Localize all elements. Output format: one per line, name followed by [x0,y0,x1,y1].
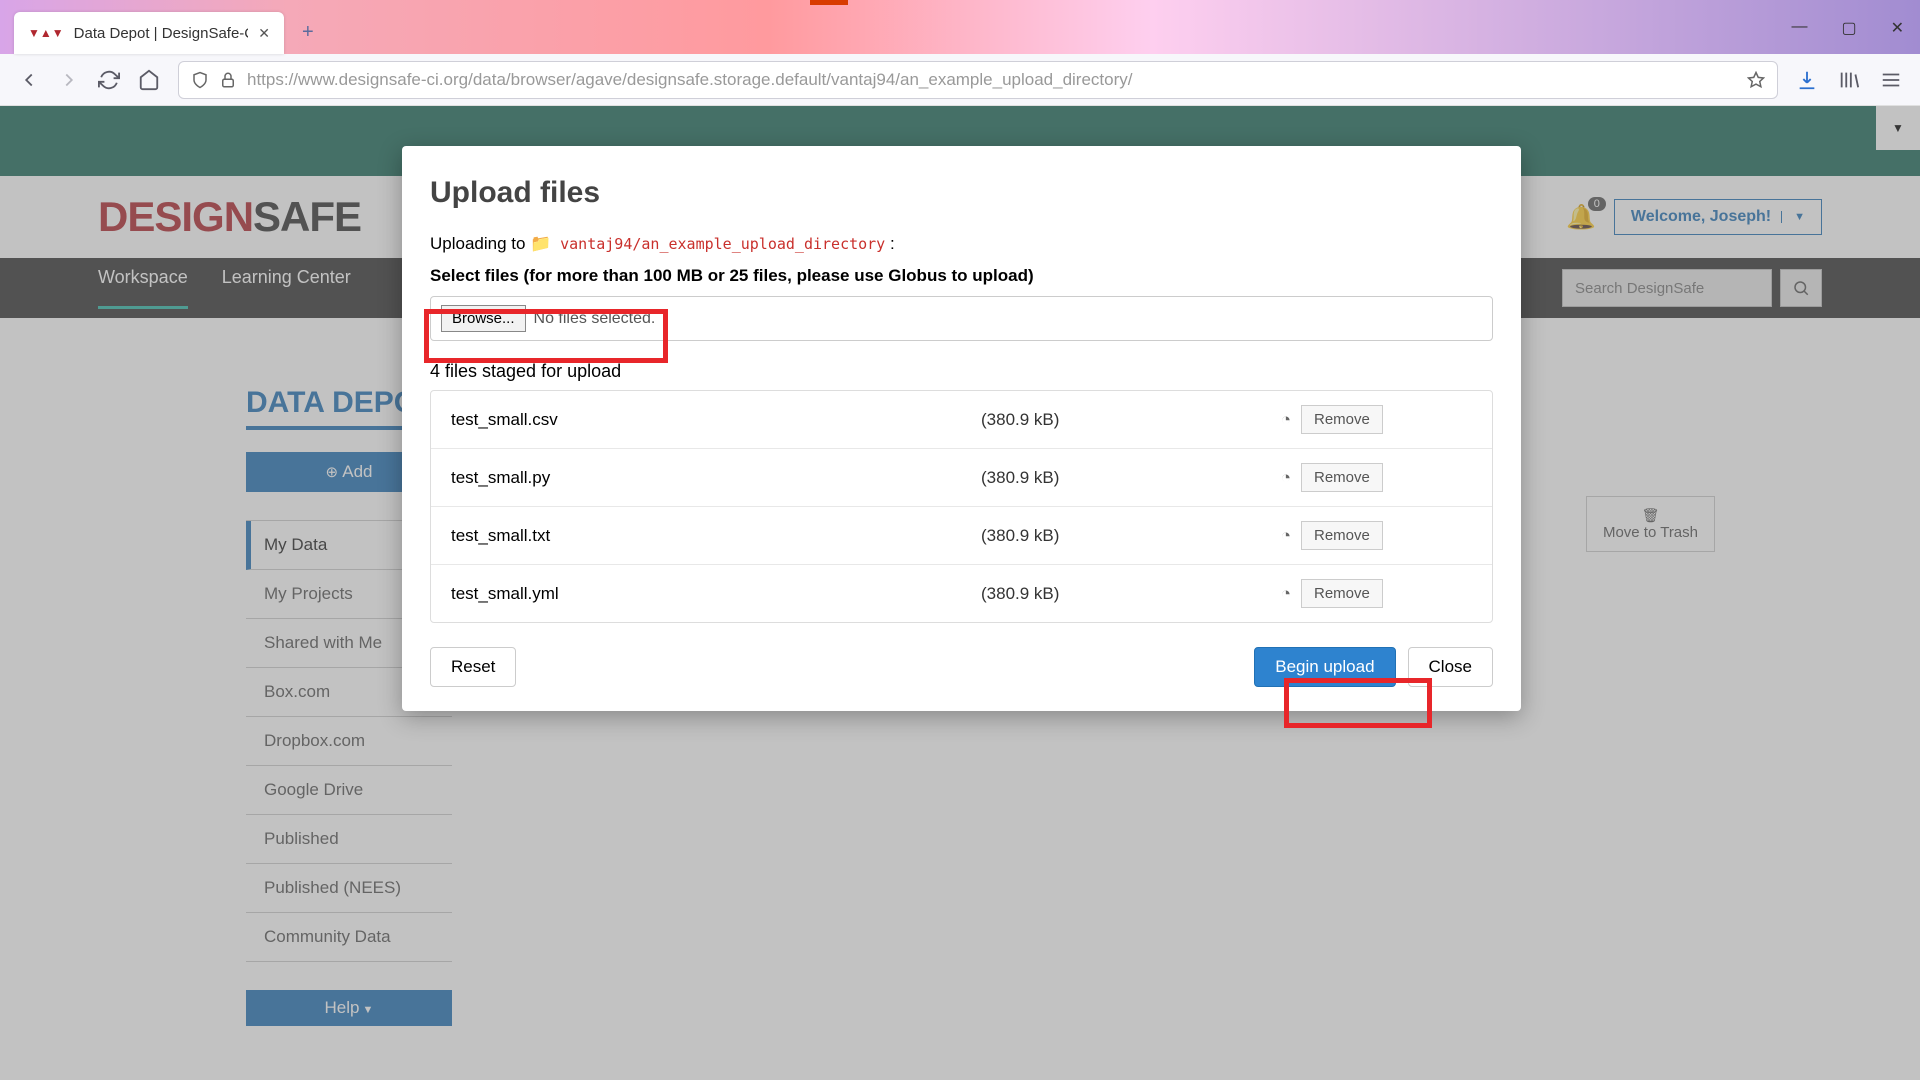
browser-toolbar: https://www.designsafe-ci.org/data/brows… [0,54,1920,106]
lock-icon [219,71,237,89]
browser-top-bar: ▼▲▼ Data Depot | DesignSafe-CI ✕ + — ▢ ✕ [0,0,1920,54]
download-icon[interactable] [1796,69,1818,91]
modal-title: Upload files [430,176,1493,210]
file-name: test_small.csv [451,410,981,430]
nav-back-icon[interactable] [18,69,40,91]
file-name: test_small.txt [451,526,981,546]
url-bar[interactable]: https://www.designsafe-ci.org/data/brows… [178,61,1778,99]
staged-file-row: test_small.py (380.9 kB) ◔ Remove [431,449,1492,507]
menu-icon[interactable] [1880,69,1902,91]
file-input-status: No files selected. [534,310,656,328]
staged-file-row: test_small.csv (380.9 kB) ◔ Remove [431,391,1492,449]
close-tab-icon[interactable]: ✕ [258,25,270,42]
favicon: ▼▲▼ [28,26,64,40]
toolbar-right [1796,69,1902,91]
browse-button[interactable]: Browse... [441,305,526,332]
begin-upload-button[interactable]: Begin upload [1254,647,1395,687]
nav-forward-icon [58,69,80,91]
folder-icon: 📁 [530,234,551,253]
pending-icon: ◔ [1241,410,1301,430]
staged-file-row: test_small.yml (380.9 kB) ◔ Remove [431,565,1492,622]
upload-destination: Uploading to 📁 vantaj94/an_example_uploa… [430,234,1493,254]
staged-file-row: test_small.txt (380.9 kB) ◔ Remove [431,507,1492,565]
file-size: (380.9 kB) [981,526,1241,546]
pending-icon: ◔ [1241,584,1301,604]
file-input-wrapper: Browse... No files selected. [430,296,1493,341]
remove-file-button[interactable]: Remove [1301,579,1383,608]
staged-files-panel: test_small.csv (380.9 kB) ◔ Remove test_… [430,390,1493,623]
pending-icon: ◔ [1241,526,1301,546]
remove-file-button[interactable]: Remove [1301,521,1383,550]
file-name: test_small.yml [451,584,981,604]
close-window-button[interactable]: ✕ [1891,18,1904,38]
remove-file-button[interactable]: Remove [1301,405,1383,434]
modal-footer: Reset Begin upload Close [430,647,1493,687]
reload-icon[interactable] [98,69,120,91]
file-size: (380.9 kB) [981,584,1241,604]
reset-button[interactable]: Reset [430,647,516,687]
library-icon[interactable] [1838,69,1860,91]
remove-file-button[interactable]: Remove [1301,463,1383,492]
file-size: (380.9 kB) [981,468,1241,488]
file-name: test_small.py [451,468,981,488]
maximize-button[interactable]: ▢ [1841,18,1856,38]
pending-icon: ◔ [1241,468,1301,488]
shield-icon [191,71,209,89]
minimize-button[interactable]: — [1791,18,1807,38]
tab-indicator [810,0,848,5]
new-tab-button[interactable]: + [302,21,314,44]
select-files-label: Select files (for more than 100 MB or 25… [430,266,1493,286]
home-icon[interactable] [138,69,160,91]
window-controls: — ▢ ✕ [1791,18,1904,38]
url-text: https://www.designsafe-ci.org/data/brows… [247,70,1133,90]
staged-count-label: 4 files staged for upload [430,361,1493,382]
bookmark-star-icon[interactable] [1747,71,1765,89]
close-modal-button[interactable]: Close [1408,647,1493,687]
upload-modal: Upload files Uploading to 📁 vantaj94/an_… [402,146,1521,711]
file-size: (380.9 kB) [981,410,1241,430]
tab-title: Data Depot | DesignSafe-CI [74,25,249,42]
dest-path: vantaj94/an_example_upload_directory [560,235,885,253]
browser-tab[interactable]: ▼▲▼ Data Depot | DesignSafe-CI ✕ [14,12,284,54]
staged-files-list[interactable]: test_small.csv (380.9 kB) ◔ Remove test_… [431,391,1492,622]
